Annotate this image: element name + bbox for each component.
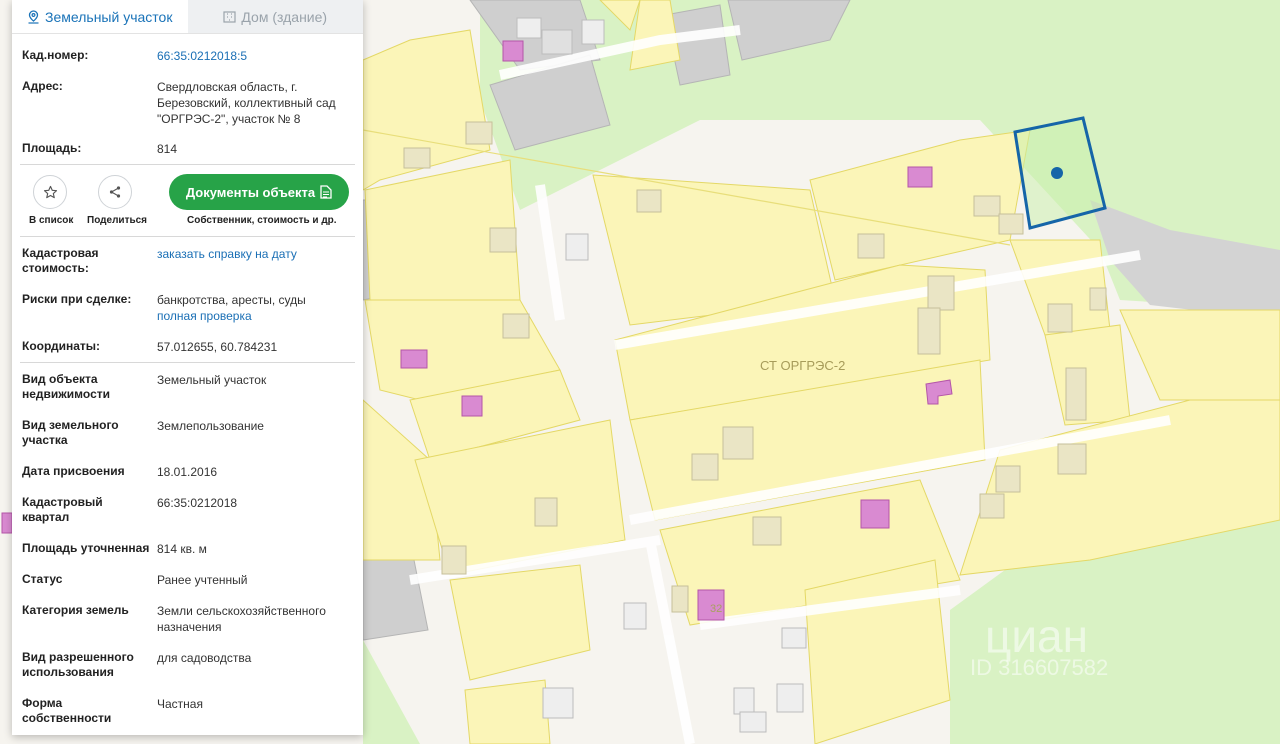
tab-land-plot[interactable]: Земельный участок	[12, 0, 188, 33]
tab-building-label: Дом (здание)	[241, 8, 328, 25]
risks-label: Риски при сделке:	[22, 292, 132, 306]
share-button[interactable]	[98, 175, 132, 209]
info-panel: Земельный участок Дом (здание) Кад.номер…	[12, 0, 363, 735]
panel-tabs: Земельный участок Дом (здание)	[12, 0, 363, 34]
risks-value: банкротства, аресты, суды	[157, 293, 306, 307]
share-label: Поделиться	[87, 215, 148, 226]
prop-label: Статус	[22, 572, 63, 586]
prop-label: Категория земель	[22, 603, 129, 617]
prop-value: Частная	[157, 697, 203, 711]
prop-value: Земельный участок	[157, 373, 267, 387]
prop-value: 66:35:0212018	[157, 496, 238, 510]
prop-value: 18.01.2016	[157, 465, 218, 479]
prop-label: Кадастровый квартал	[22, 495, 103, 524]
star-icon	[43, 185, 57, 198]
divider	[20, 164, 355, 165]
address-value: Свердловская область, г. Березовский, ко…	[157, 80, 336, 126]
cad-number-link[interactable]: 66:35:0212018:5	[157, 48, 347, 64]
prop-value: Земли сельскохозяйственного назначения	[157, 604, 326, 634]
prop-value: для садоводства	[157, 651, 252, 665]
selected-parcel-marker[interactable]	[1051, 167, 1063, 179]
cad-number-label: Кад.номер:	[22, 48, 89, 62]
add-to-list-label: В список	[29, 215, 74, 226]
location-pin-icon	[28, 9, 39, 24]
coordinates-value: 57.012655, 60.784231	[157, 340, 278, 354]
order-certificate-link[interactable]: заказать справку на дату	[157, 246, 297, 262]
plot-number: 32	[710, 603, 722, 615]
prop-value: Ранее учтенный	[157, 573, 248, 587]
area-label: Площадь:	[22, 141, 82, 155]
building-icon	[223, 11, 237, 23]
prop-label: Форма собственности	[22, 696, 112, 725]
cadastral-cost-label: Кадастровая стоимость:	[22, 246, 99, 275]
add-to-list-button[interactable]	[33, 175, 67, 209]
divider	[20, 362, 355, 363]
prop-label: Дата присвоения	[22, 464, 125, 478]
document-icon	[320, 185, 332, 199]
full-check-link[interactable]: полная проверка	[157, 308, 252, 324]
prop-label: Вид земельного участка	[22, 418, 119, 447]
divider	[20, 236, 355, 237]
address-label: Адрес:	[22, 79, 63, 93]
watermark-id: ID 316607582	[970, 655, 1108, 680]
prop-label: Вид объекта недвижимости	[22, 372, 110, 401]
object-documents-button[interactable]: Документы объекта	[169, 174, 349, 210]
docs-button-label: Документы объекта	[185, 184, 316, 200]
share-icon	[109, 186, 121, 198]
area-value: 814	[157, 142, 178, 156]
prop-value: 814 кв. м	[157, 542, 207, 556]
area-label: СТ ОРГРЭС-2	[760, 358, 845, 373]
docs-subtitle: Собственник, стоимость и др.	[187, 215, 337, 226]
tab-building[interactable]: Дом (здание)	[187, 0, 363, 33]
prop-label: Площадь уточненная	[22, 541, 150, 555]
coordinates-label: Координаты:	[22, 339, 101, 353]
prop-value: Землепользование	[157, 419, 264, 433]
tab-land-label: Земельный участок	[45, 8, 173, 25]
prop-label: Вид разрешенного использования	[22, 650, 134, 679]
